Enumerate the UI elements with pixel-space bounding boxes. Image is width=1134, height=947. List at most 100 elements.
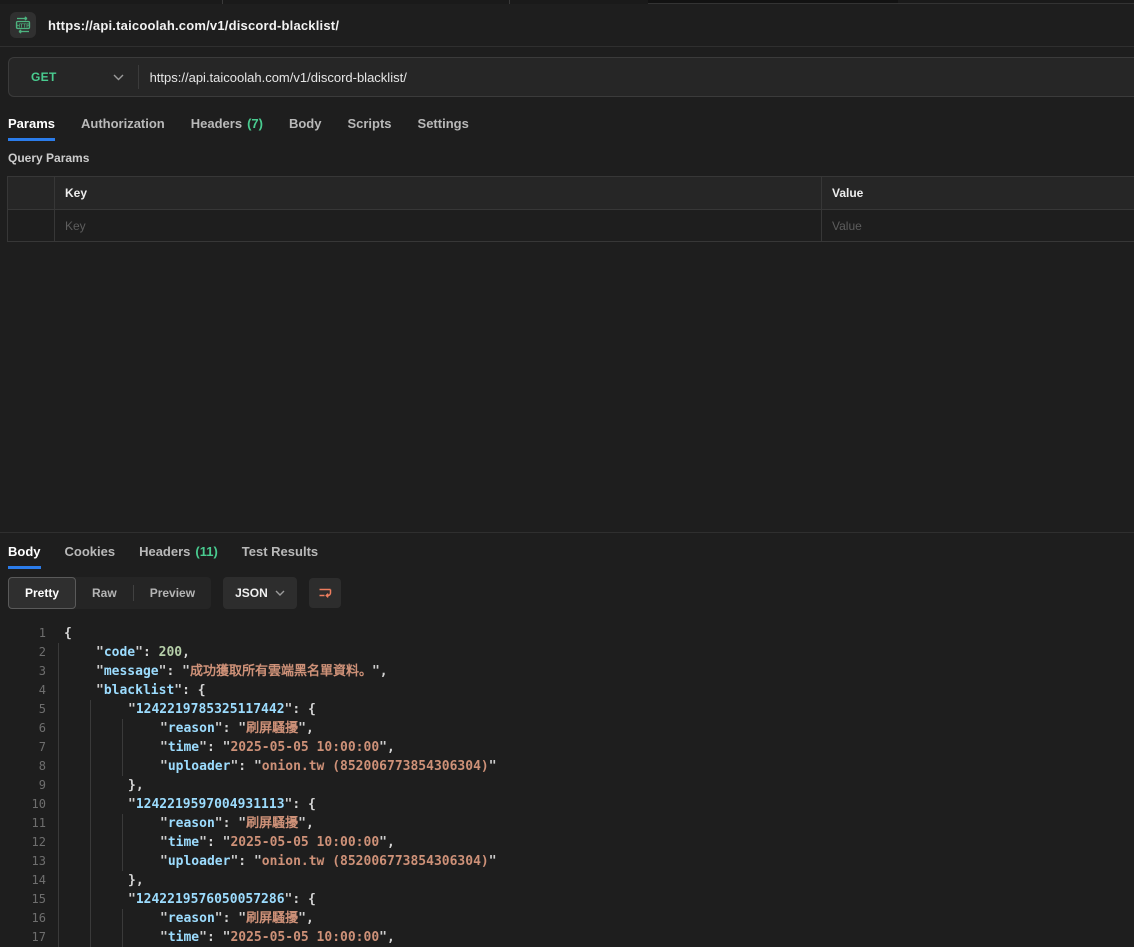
indent-guide	[122, 719, 154, 738]
indent-guide	[90, 871, 122, 890]
line-number: 3	[0, 662, 46, 681]
tab-label: Body	[8, 544, 41, 559]
indent-guide	[58, 833, 90, 852]
checkbox-column-header	[8, 177, 54, 209]
indent-guide	[122, 909, 154, 928]
line-number: 13	[0, 852, 46, 871]
url-input[interactable]	[139, 70, 1134, 85]
indent-guide	[90, 795, 122, 814]
param-key-input[interactable]	[65, 219, 811, 233]
response-view-modes: PrettyRawPreview	[8, 577, 211, 609]
indent-guide	[58, 871, 90, 890]
indent-guide	[90, 928, 122, 947]
line-number: 6	[0, 719, 46, 738]
indent-guide	[90, 738, 122, 757]
response-tab-headers[interactable]: Headers (11)	[139, 533, 218, 569]
query-params-label: Query Params	[8, 151, 1134, 167]
response-toolbar: PrettyRawPreview JSON	[8, 577, 1134, 609]
indent-guide	[58, 662, 90, 681]
indent-guide	[90, 852, 122, 871]
request-tab-authorization[interactable]: Authorization	[81, 105, 165, 141]
code-line: 4"blacklist": {	[0, 681, 1134, 700]
indent-guide	[90, 909, 122, 928]
code-line: 14},	[0, 871, 1134, 890]
param-value-input[interactable]	[832, 219, 1124, 233]
query-params-table: Key Value	[7, 176, 1134, 242]
code-line: 1{	[0, 624, 1134, 643]
tab-label: Headers	[139, 544, 190, 559]
indent-guide	[90, 833, 122, 852]
view-mode-pretty[interactable]: Pretty	[8, 577, 76, 609]
code-line: 17"time": "2025-05-05 10:00:00",	[0, 928, 1134, 947]
line-number: 9	[0, 776, 46, 795]
request-tab-params[interactable]: Params	[8, 105, 55, 141]
indent-guide	[90, 700, 122, 719]
indent-guide	[122, 757, 154, 776]
indent-guide	[90, 719, 122, 738]
request-tab-settings[interactable]: Settings	[418, 105, 469, 141]
indent-guide	[122, 814, 154, 833]
request-tab-scripts[interactable]: Scripts	[347, 105, 391, 141]
method-selector[interactable]: GET	[9, 58, 138, 96]
response-tab-test-results[interactable]: Test Results	[242, 533, 318, 569]
line-number: 2	[0, 643, 46, 662]
tab-label: Body	[289, 116, 322, 131]
workspace-tab-strip[interactable]	[0, 0, 1134, 4]
request-empty-area	[0, 242, 1134, 532]
code-line: 13"uploader": "onion.tw (852006773854306…	[0, 852, 1134, 871]
method-label: GET	[31, 70, 57, 84]
indent-guide	[58, 757, 90, 776]
view-mode-raw[interactable]: Raw	[76, 577, 133, 609]
format-dropdown[interactable]: JSON	[223, 577, 297, 609]
line-number: 7	[0, 738, 46, 757]
response-tab-cookies[interactable]: Cookies	[65, 533, 116, 569]
indent-guide	[122, 852, 154, 871]
line-number: 11	[0, 814, 46, 833]
request-title: https://api.taicoolah.com/v1/discord-bla…	[48, 18, 339, 33]
tab-label: Headers	[191, 116, 242, 131]
code-line: 9},	[0, 776, 1134, 795]
indent-guide	[58, 909, 90, 928]
code-line: 3"message": "成功獲取所有雲端黑名單資料。",	[0, 662, 1134, 681]
code-line: 10"1242219597004931113": {	[0, 795, 1134, 814]
key-column-header: Key	[54, 177, 821, 209]
wrap-text-button[interactable]	[309, 578, 341, 608]
code-line: 8"uploader": "onion.tw (8520067738543063…	[0, 757, 1134, 776]
url-row: GET	[0, 47, 1134, 105]
tab-label: Scripts	[347, 116, 391, 131]
view-mode-preview[interactable]: Preview	[134, 577, 211, 609]
indent-guide	[58, 719, 90, 738]
svg-text:HTTP: HTTP	[16, 23, 30, 29]
request-tab-body[interactable]: Body	[289, 105, 322, 141]
line-number: 17	[0, 928, 46, 947]
indent-guide	[90, 890, 122, 909]
response-tab-body[interactable]: Body	[8, 533, 41, 569]
tab-divider	[509, 0, 510, 4]
code-line: 12"time": "2025-05-05 10:00:00",	[0, 833, 1134, 852]
line-number: 4	[0, 681, 46, 700]
indent-guide	[90, 814, 122, 833]
tab-label: Settings	[418, 116, 469, 131]
line-number: 1	[0, 624, 46, 643]
tab-count-badge: (11)	[195, 544, 217, 559]
request-tab-headers[interactable]: Headers(7)	[191, 105, 263, 141]
line-number: 15	[0, 890, 46, 909]
tab-label: Test Results	[242, 544, 318, 559]
code-line: 5"1242219785325117442": {	[0, 700, 1134, 719]
line-number: 14	[0, 871, 46, 890]
format-label: JSON	[235, 586, 268, 600]
indent-guide	[122, 738, 154, 757]
request-title-bar: HTTP https://api.taicoolah.com/v1/discor…	[0, 4, 1134, 47]
value-column-header: Value	[821, 177, 1134, 209]
chevron-down-icon	[275, 590, 285, 596]
indent-guide	[122, 928, 154, 947]
code-line: 16"reason": "刷屏騷擾",	[0, 909, 1134, 928]
row-checkbox-cell[interactable]	[8, 210, 54, 241]
response-body-code[interactable]: 1{2"code": 200,3"message": "成功獲取所有雲端黑名單資…	[0, 609, 1134, 947]
indent-guide	[90, 757, 122, 776]
code-line: 6"reason": "刷屏騷擾",	[0, 719, 1134, 738]
tab-strip-edge	[648, 3, 1134, 4]
indent-guide	[58, 795, 90, 814]
tab-divider	[222, 0, 223, 4]
query-params-input-row	[8, 209, 1134, 241]
